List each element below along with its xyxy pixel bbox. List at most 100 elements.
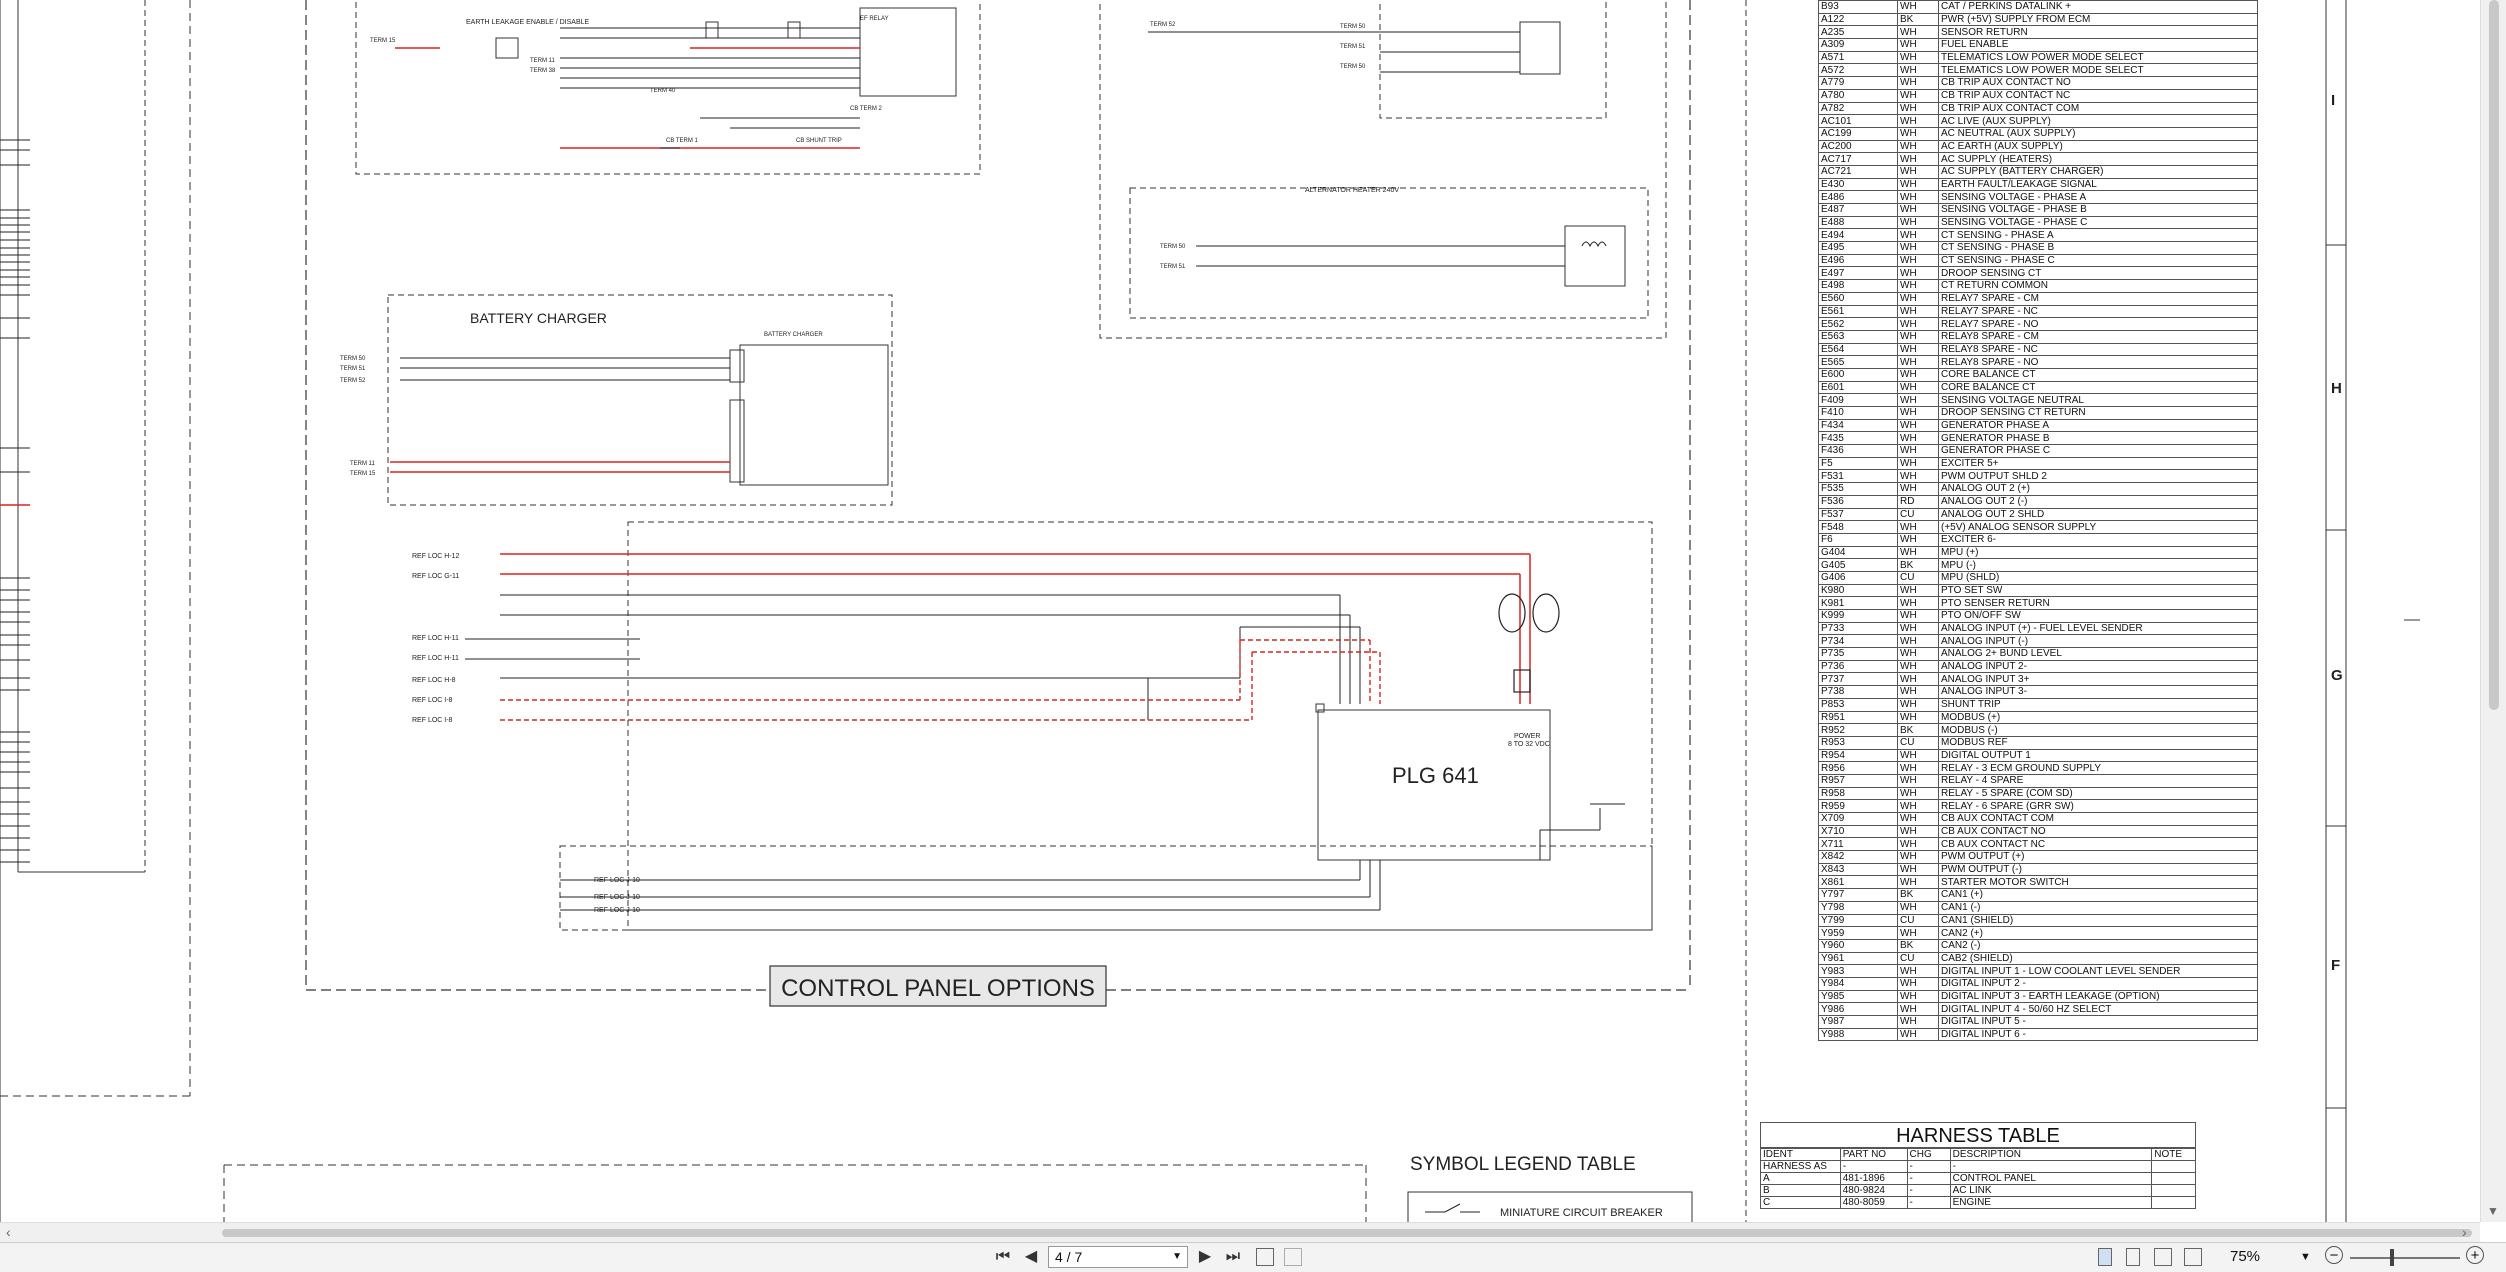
wire-description-cell: ANALOG OUT 2 (-) [1938, 494, 2258, 509]
wire-color-cell: WH [1897, 989, 1939, 1004]
wire-id-cell: A782 [1818, 101, 1898, 116]
wire-id-cell: A571 [1818, 50, 1898, 65]
svg-text:TERM 15: TERM 15 [370, 38, 396, 44]
wire-description-cell: FUEL ENABLE [1938, 38, 2258, 52]
wire-description-cell: SENSING VOLTAGE NEUTRAL [1938, 393, 2258, 407]
wire-id-cell: F435 [1818, 431, 1898, 446]
table-row: F434 WH GENERATOR PHASE A [1818, 418, 2258, 433]
wire-color-cell: WH [1897, 329, 1939, 344]
wire-id-cell: G405 [1818, 558, 1898, 572]
zone-letter: H [2331, 380, 2342, 397]
wire-id-cell: AC199 [1818, 126, 1898, 141]
zoom-level[interactable]: 75% [2230, 1247, 2260, 1267]
zoom-dropdown-icon[interactable]: ▼ [2300, 1247, 2311, 1267]
battery-charger-title: BATTERY CHARGER [470, 310, 607, 326]
wire-id-cell: K999 [1818, 609, 1898, 623]
table-row: Y985 WH DIGITAL INPUT 3 - EARTH LEAKAGE (O… [1818, 989, 2258, 1004]
wire-id-cell: G406 [1818, 570, 1898, 585]
table-row: R954 WH DIGITAL OUTPUT 1 [1818, 748, 2258, 763]
wire-color-cell: BK [1897, 938, 1939, 953]
table-row: E495 WH CT SENSING - PHASE B [1818, 241, 2258, 255]
zoom-out-icon[interactable]: − [2325, 1246, 2343, 1264]
wire-color-cell: WH [1897, 304, 1939, 319]
first-page-icon[interactable]: ⏮ [992, 1247, 1014, 1267]
zoom-slider[interactable] [2350, 1257, 2460, 1259]
wire-color-cell: WH [1897, 672, 1939, 687]
wire-color-cell: BK [1897, 723, 1939, 737]
wire-color-cell: WH [1897, 164, 1939, 179]
wire-description-cell: RELAY - 6 SPARE (GRR SW) [1938, 799, 2258, 813]
harness-cell [2151, 1160, 2196, 1173]
wire-id-cell: E564 [1818, 342, 1898, 357]
table-row: B93 WH CAT / PERKINS DATALINK + [1818, 0, 2258, 14]
continuous-view-icon[interactable] [2126, 1248, 2140, 1266]
wire-id-cell: X711 [1818, 837, 1898, 852]
scroll-right-icon[interactable]: › [2462, 1224, 2467, 1240]
wire-color-cell: WH [1897, 76, 1939, 90]
wire-description-cell: TELEMATICS LOW POWER MODE SELECT [1938, 63, 2258, 78]
table-row: K999 WH PTO ON/OFF SW [1818, 609, 2258, 623]
wire-description-cell: MPU (+) [1938, 545, 2258, 560]
wire-description-cell: RELAY7 SPARE - CM [1938, 291, 2258, 306]
table-row: AC721 WH AC SUPPLY (BATTERY CHARGER) [1818, 164, 2258, 179]
facing-continuous-view-icon[interactable] [2184, 1248, 2202, 1266]
facing-view-icon[interactable] [2154, 1248, 2172, 1266]
svg-text:EF RELAY: EF RELAY [860, 16, 889, 22]
wire-description-cell: DIGITAL INPUT 1 - LOW COOLANT LEVEL SEND… [1938, 964, 2258, 978]
wire-id-cell: E494 [1818, 228, 1898, 243]
svg-text:TERM 11: TERM 11 [530, 58, 556, 64]
wire-id-cell: P738 [1818, 685, 1898, 699]
table-row: E562 WH RELAY7 SPARE - NO [1818, 317, 2258, 331]
table-row: P734 WH ANALOG INPUT (-) [1818, 634, 2258, 649]
vertical-scroll-thumb[interactable] [2489, 0, 2499, 710]
wire-id-cell: E563 [1818, 329, 1898, 344]
wire-color-cell: WH [1897, 355, 1939, 369]
ref-loc-label: REF LOC I-8 [412, 697, 453, 704]
table-row: F436 WH GENERATOR PHASE C [1818, 444, 2258, 458]
vertical-scrollbar[interactable]: ▲ ▼ [2480, 0, 2506, 1222]
wire-description-cell: PWM OUTPUT (+) [1938, 850, 2258, 864]
table-row: F435 WH GENERATOR PHASE B [1818, 431, 2258, 446]
wire-color-cell: WH [1897, 596, 1939, 610]
table-row: Y799 CU CAN1 (SHIELD) [1818, 913, 2258, 928]
table-row: HARNESS AS - - - [1760, 1160, 2196, 1173]
wire-description-cell: RELAY - 5 SPARE (COM SD) [1938, 786, 2258, 801]
wire-description-cell: CB TRIP AUX CONTACT COM [1938, 101, 2258, 116]
table-row: Y797 BK CAN1 (+) [1818, 888, 2258, 902]
document-viewport[interactable]: EARTH LEAKAGE ENABLE / DISABLE TERM 15 T… [0, 0, 2480, 1222]
previous-page-icon[interactable]: ◀ [1020, 1247, 1042, 1267]
wire-color-cell: WH [1897, 25, 1939, 40]
table-row: Y959 WH CAN2 (+) [1818, 926, 2258, 940]
wire-color-cell: WH [1897, 697, 1939, 712]
table-row: A782 WH CB TRIP AUX CONTACT COM [1818, 101, 2258, 116]
last-page-icon[interactable]: ⏭ [1222, 1247, 1244, 1267]
earth-leakage-label: EARTH LEAKAGE ENABLE / DISABLE [466, 19, 590, 26]
wire-list-table: B93 WH CAT / PERKINS DATALINK + A122 BK PWR (… [1818, 0, 2258, 1042]
wire-id-cell: X842 [1818, 850, 1898, 864]
two-page-view-icon[interactable] [1256, 1248, 1274, 1266]
table-row: A122 BK PWR (+5V) SUPPLY FROM ECM [1818, 12, 2258, 27]
zoom-slider-handle[interactable] [2390, 1249, 2394, 1266]
horizontal-scrollbar[interactable]: ‹ › [0, 1222, 2480, 1243]
harness-cell: DESCRIPTION [1949, 1148, 2153, 1161]
wire-description-cell: ANALOG INPUT 3- [1938, 685, 2258, 699]
wire-color-cell: WH [1897, 621, 1939, 636]
rotate-view-icon[interactable] [1284, 1248, 1302, 1266]
scroll-down-icon[interactable]: ▼ [2487, 1204, 2499, 1218]
horizontal-scroll-thumb[interactable] [222, 1229, 2472, 1237]
single-page-view-icon[interactable] [2098, 1248, 2112, 1266]
wire-id-cell: Y961 [1818, 951, 1898, 966]
table-row: R956 WH RELAY - 3 ECM GROUND SUPPLY [1818, 761, 2258, 775]
scroll-left-icon[interactable]: ‹ [6, 1224, 11, 1240]
next-page-icon[interactable]: ▶ [1194, 1247, 1216, 1267]
wire-description-cell: EARTH FAULT/LEAKAGE SIGNAL [1938, 177, 2258, 192]
svg-text:8 TO 32 VDC: 8 TO 32 VDC [1508, 741, 1550, 748]
wire-id-cell: P853 [1818, 697, 1898, 712]
zoom-in-icon[interactable]: + [2466, 1246, 2484, 1264]
page-number-select[interactable]: 4 / 7 ▼ [1048, 1246, 1188, 1268]
wire-id-cell: P733 [1818, 621, 1898, 636]
table-row: F531 WH PWM OUTPUT SHLD 2 [1818, 469, 2258, 484]
table-row: A571 WH TELEMATICS LOW POWER MODE SELECT [1818, 50, 2258, 65]
harness-cell: AC LINK [1949, 1184, 2153, 1197]
table-row: Y960 BK CAN2 (-) [1818, 938, 2258, 953]
